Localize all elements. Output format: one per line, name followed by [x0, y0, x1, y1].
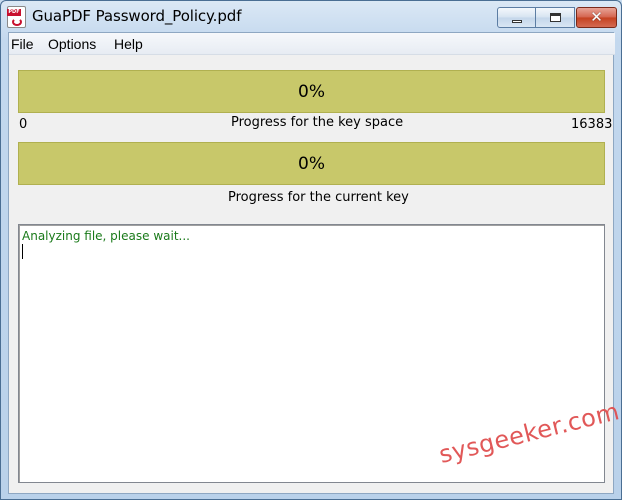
title-bar[interactable]: PDF GuaPDF Password_Policy.pdf ✕ [1, 1, 621, 32]
window-title: GuaPDF Password_Policy.pdf [32, 7, 242, 25]
close-button[interactable]: ✕ [576, 7, 617, 28]
current-key-percent: 0% [298, 153, 325, 174]
menu-options[interactable]: Options [48, 36, 96, 52]
minimize-button[interactable] [497, 7, 536, 28]
log-message: Analyzing file, please wait... [22, 229, 190, 243]
maximize-icon [549, 13, 561, 22]
close-icon: ✕ [590, 8, 603, 26]
key-space-label: Progress for the key space [231, 115, 404, 130]
current-key-label: Progress for the current key [228, 190, 409, 205]
menu-file[interactable]: File [11, 36, 34, 52]
maximize-button[interactable] [536, 7, 575, 28]
menu-bar [9, 33, 615, 55]
minimize-icon [511, 20, 522, 23]
key-space-max-label: 16383 [571, 117, 613, 132]
key-space-progress-bar: 0% [18, 70, 605, 113]
text-caret [22, 244, 23, 259]
current-key-progress-bar: 0% [18, 142, 605, 185]
app-window: PDF GuaPDF Password_Policy.pdf ✕ File Op… [0, 0, 622, 500]
menu-help[interactable]: Help [114, 36, 143, 52]
pdf-icon[interactable]: PDF [7, 6, 26, 28]
key-space-min-label: 0 [19, 117, 28, 132]
key-space-percent: 0% [298, 81, 325, 102]
